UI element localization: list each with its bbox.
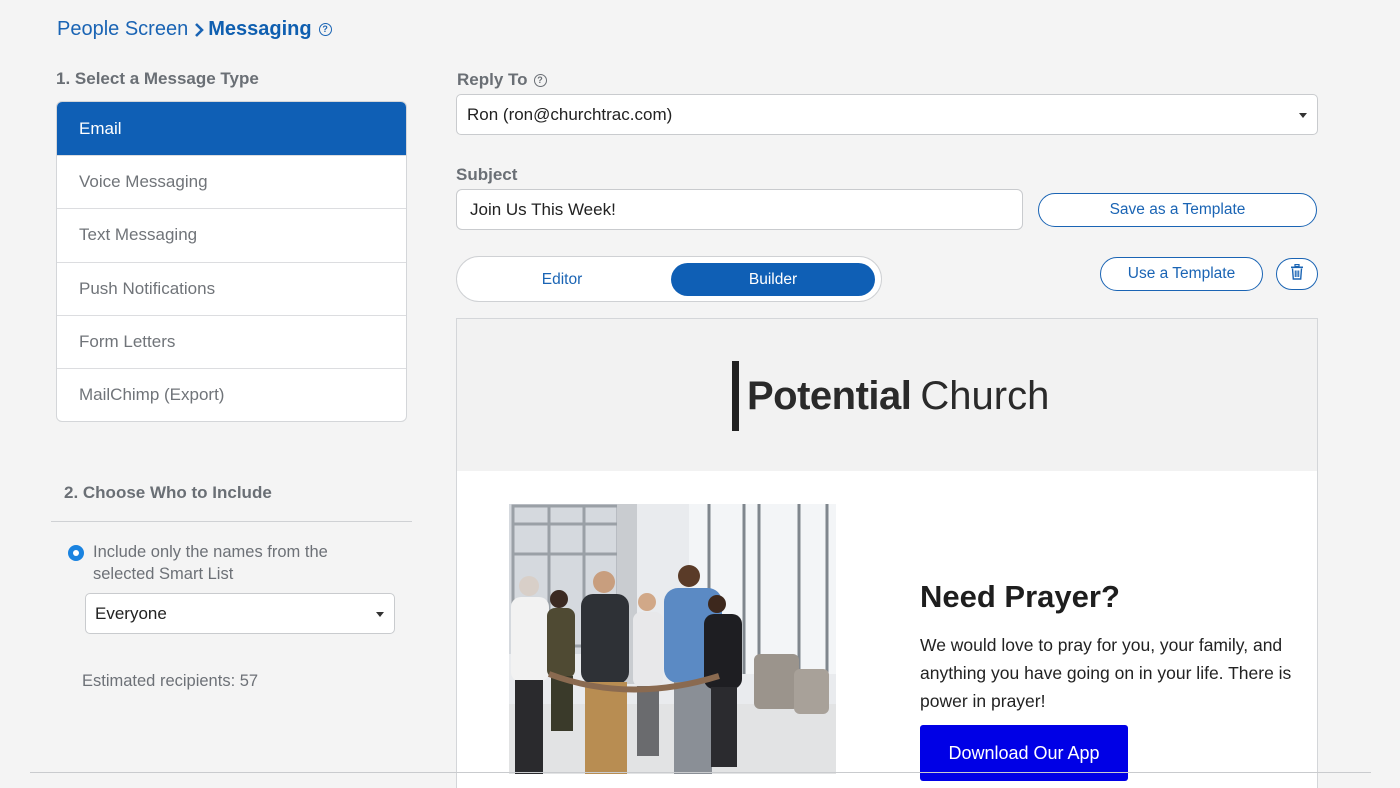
message-type-email[interactable]: Email	[57, 102, 406, 156]
message-type-push[interactable]: Push Notifications	[57, 261, 406, 315]
use-template-button[interactable]: Use a Template	[1100, 257, 1263, 291]
reply-to-label-text: Reply To	[457, 70, 528, 89]
smart-list-select[interactable]: Everyone	[85, 593, 395, 634]
section-divider	[51, 521, 412, 522]
email-preview[interactable]: Potential Church Need Prayer? We would l…	[456, 318, 1318, 788]
logo-text-bold: Potential	[747, 373, 912, 418]
reply-to-select[interactable]: Ron (ron@churchtrac.com)	[456, 94, 1318, 135]
smart-list-radio-label: Include only the names from the selected…	[93, 543, 328, 583]
message-type-mailchimp[interactable]: MailChimp (Export)	[57, 367, 406, 421]
subject-input[interactable]	[456, 189, 1023, 230]
builder-tab[interactable]: Builder	[671, 263, 875, 296]
message-type-voice[interactable]: Voice Messaging	[57, 155, 406, 208]
caret-down-icon	[376, 611, 384, 617]
subject-label: Subject	[456, 165, 518, 184]
help-icon[interactable]: ?	[533, 73, 547, 87]
page-title: Messaging	[208, 18, 312, 40]
save-template-button[interactable]: Save as a Template	[1038, 193, 1317, 227]
email-header: Potential Church	[457, 319, 1317, 471]
breadcrumb: People Screen Messaging ?	[57, 18, 332, 41]
reply-to-value: Ron (ron@churchtrac.com)	[467, 104, 673, 124]
reply-to-label: Reply To ?	[457, 70, 547, 90]
smart-list-value: Everyone	[95, 603, 167, 623]
include-heading: 2. Choose Who to Include	[64, 483, 272, 502]
footer-divider	[30, 772, 1371, 773]
breadcrumb-people-screen[interactable]: People Screen	[57, 18, 188, 41]
chevron-right-icon	[194, 22, 205, 38]
logo-bar	[732, 361, 739, 431]
delete-button[interactable]	[1276, 258, 1318, 290]
prayer-title: Need Prayer?	[920, 579, 1120, 614]
estimated-recipients: Estimated recipients: 57	[82, 672, 259, 690]
radio-selected-icon[interactable]	[68, 545, 84, 561]
editor-builder-toggle: Editor Builder	[456, 256, 882, 302]
help-icon[interactable]: ?	[318, 23, 332, 36]
message-type-list: Email Voice Messaging Text Messaging Pus…	[56, 101, 407, 423]
trash-icon	[1290, 263, 1304, 285]
smart-list-radio-option[interactable]: Include only the names from the selected…	[68, 541, 383, 585]
message-type-text[interactable]: Text Messaging	[57, 208, 406, 261]
logo-text-light: Church	[920, 373, 1050, 418]
prayer-photo	[509, 504, 836, 774]
prayer-body: We would love to pray for you, your fami…	[920, 635, 1292, 711]
caret-down-icon	[1299, 112, 1307, 118]
message-type-heading: 1. Select a Message Type	[56, 69, 259, 88]
message-type-form-letters[interactable]: Form Letters	[57, 314, 406, 368]
editor-tab[interactable]: Editor	[460, 263, 664, 296]
church-logo: Potential Church	[732, 361, 1049, 431]
